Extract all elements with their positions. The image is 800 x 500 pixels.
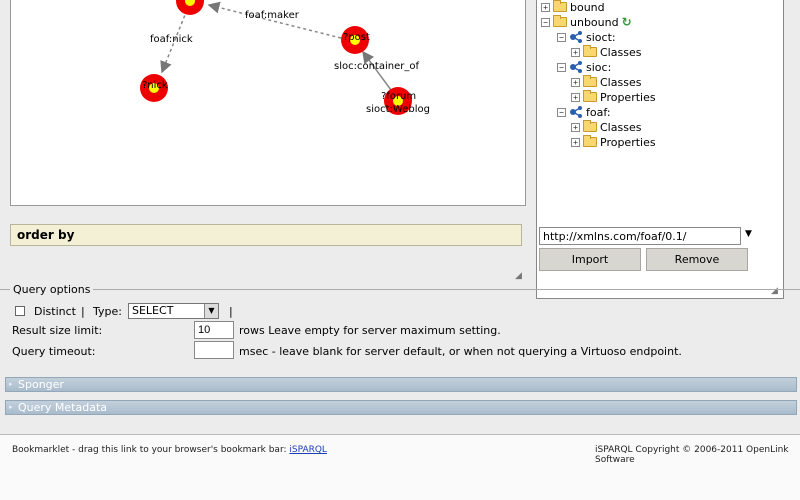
folder-icon: [583, 45, 597, 57]
tree-label: unbound: [570, 15, 619, 29]
bookmarklet-link[interactable]: iSPARQL: [289, 445, 327, 455]
edge-label-nick: foaf:nick: [150, 34, 193, 45]
separator: |: [229, 305, 233, 318]
tree-label: sioct:: [586, 30, 616, 44]
collapse-icon[interactable]: −: [557, 107, 566, 117]
node-top: [176, 0, 204, 15]
query-graph-canvas[interactable]: foaf:maker foaf:nick sloc:container_of ?…: [10, 0, 526, 206]
tree-item-sioc-classes[interactable]: + Classes: [571, 75, 641, 89]
expand-icon[interactable]: +: [571, 47, 580, 57]
expand-icon[interactable]: +: [571, 77, 580, 87]
tree-item-sioc[interactable]: − sioc:: [557, 60, 611, 74]
tree-label: foaf:: [586, 105, 611, 119]
tree-item-foaf-classes[interactable]: + Classes: [571, 120, 641, 134]
import-button[interactable]: Import: [539, 248, 641, 271]
distinct-label: Distinct: [34, 305, 76, 318]
edge-label-maker: foaf:maker: [245, 10, 299, 21]
tree-item-sioct[interactable]: − sioct:: [557, 30, 616, 44]
result-limit-label: Result size limit:: [12, 324, 103, 337]
tree-label: Classes: [600, 45, 642, 59]
tree-label: Classes: [600, 75, 642, 89]
bookmarklet-text: Bookmarklet - drag this link to your bro…: [12, 445, 327, 455]
folder-icon: [583, 120, 597, 132]
collapse-icon[interactable]: −: [557, 32, 566, 42]
namespace-icon: [570, 61, 582, 73]
tree-label: Classes: [600, 120, 642, 134]
separator: |: [81, 305, 85, 318]
node-label-post: ?post: [343, 32, 370, 43]
folder-icon: [583, 90, 597, 102]
query-type-select[interactable]: SELECT ▼: [128, 303, 219, 319]
folder-icon: [583, 135, 597, 147]
tree-item-sioc-properties[interactable]: + Properties: [571, 90, 656, 104]
collapse-icon[interactable]: −: [557, 62, 566, 72]
folder-icon: [583, 75, 597, 87]
node-label-nick: ?nick: [142, 80, 168, 91]
namespace-icon: [570, 31, 582, 43]
edge-label-container: sloc:container_of: [334, 61, 419, 72]
sponger-section-bar[interactable]: ▸ Sponger: [5, 377, 797, 392]
expand-icon[interactable]: +: [571, 122, 580, 132]
folder-icon: [553, 15, 567, 27]
type-label: Type:: [93, 305, 122, 318]
sponger-label: Sponger: [18, 378, 64, 391]
tree-label: Properties: [600, 90, 656, 104]
tree-item-bound[interactable]: + bound: [541, 0, 605, 14]
result-limit-hint: rows Leave empty for server maximum sett…: [239, 324, 501, 337]
tree-item-foaf-properties[interactable]: + Properties: [571, 135, 656, 149]
tree-label: bound: [570, 0, 605, 14]
chevron-right-icon: ▸: [9, 380, 13, 388]
query-metadata-label: Query Metadata: [18, 401, 108, 414]
chevron-right-icon: ▸: [9, 403, 13, 411]
remove-button[interactable]: Remove: [646, 248, 748, 271]
query-metadata-section-bar[interactable]: ▸ Query Metadata: [5, 400, 797, 415]
expand-icon[interactable]: +: [571, 92, 580, 102]
query-timeout-label: Query timeout:: [12, 345, 96, 358]
distinct-checkbox[interactable]: [15, 304, 25, 317]
tree-item-foaf[interactable]: − foaf:: [557, 105, 611, 119]
namespace-icon: [570, 106, 582, 118]
order-by-bar[interactable]: order by: [10, 224, 522, 246]
dropdown-arrow-icon[interactable]: ▼: [204, 304, 218, 318]
expand-icon[interactable]: +: [571, 137, 580, 147]
copyright-text: iSPARQL Copyright © 2006-2011 OpenLink S…: [595, 445, 789, 465]
tree-label: sioc:: [586, 60, 612, 74]
query-type-value: SELECT: [132, 304, 174, 317]
footer: [0, 434, 800, 500]
tree-item-sioct-classes[interactable]: + Classes: [571, 45, 641, 59]
query-timeout-hint: msec - leave blank for server default, o…: [239, 345, 682, 358]
tree-label: Properties: [600, 135, 656, 149]
namespace-url-input[interactable]: [539, 227, 741, 245]
query-timeout-input[interactable]: [194, 341, 234, 359]
refresh-icon[interactable]: ↻: [622, 15, 632, 29]
folder-icon: [553, 0, 567, 12]
node-label-forum: ?forum: [381, 91, 417, 102]
tree-item-unbound[interactable]: − unbound ↻: [541, 15, 632, 29]
resize-grip-icon[interactable]: ◢: [515, 271, 522, 281]
node-label-weblog: sioct:Weblog: [366, 104, 430, 115]
bookmarklet-label: Bookmarklet - drag this link to your bro…: [12, 445, 290, 455]
result-limit-input[interactable]: [194, 321, 234, 339]
expand-icon[interactable]: +: [541, 2, 550, 12]
graph-svg: [140, 0, 412, 115]
query-options-legend: Query options: [10, 283, 94, 296]
dropdown-arrow-icon[interactable]: ▼: [745, 229, 752, 239]
collapse-icon[interactable]: −: [541, 17, 550, 27]
